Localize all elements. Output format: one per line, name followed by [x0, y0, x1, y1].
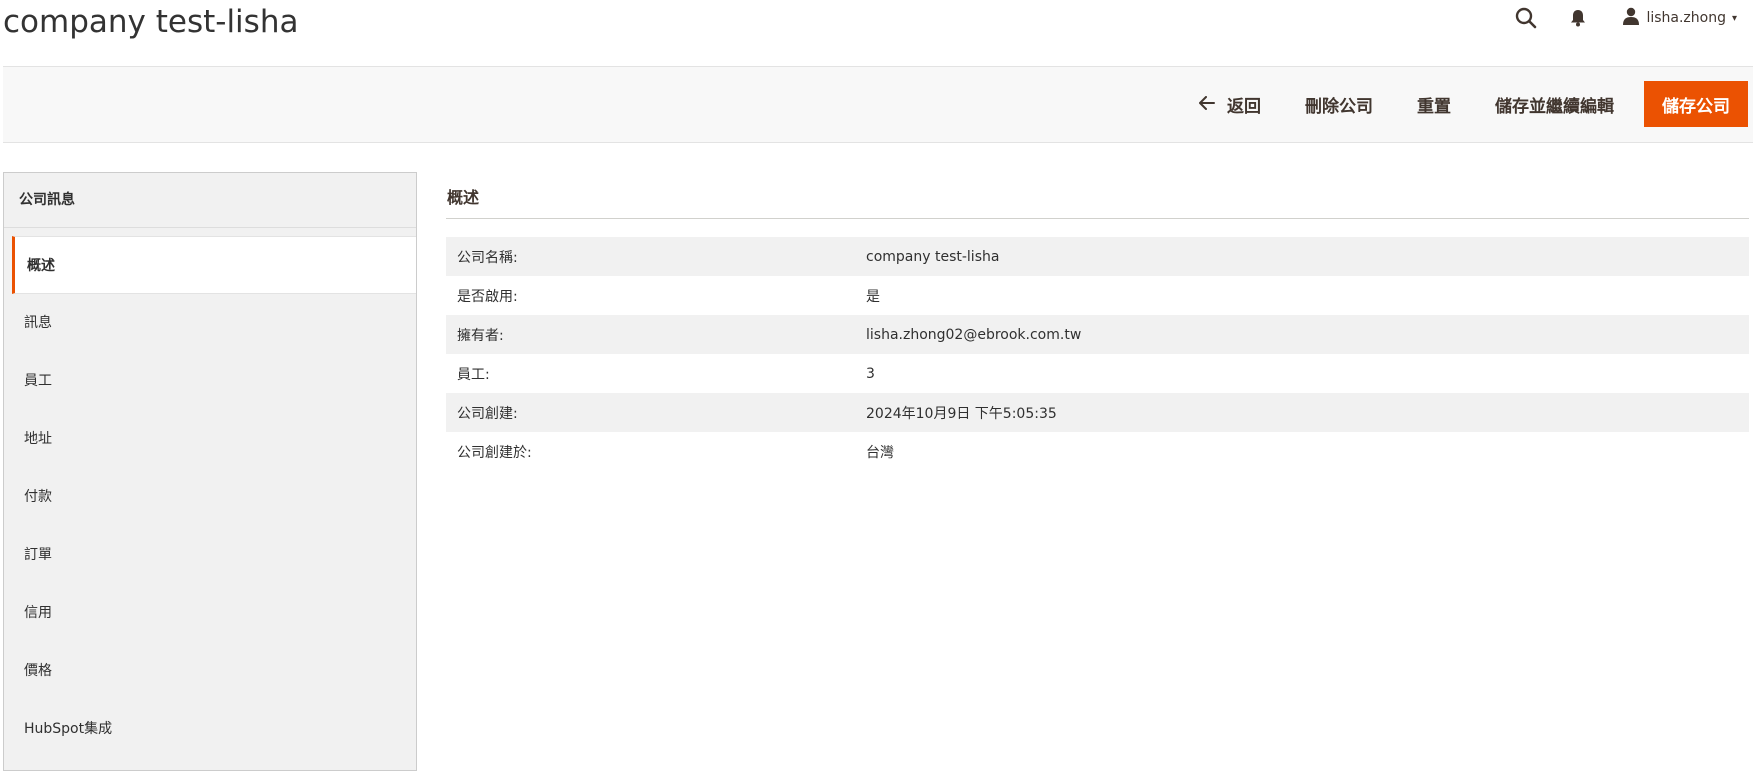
row-value-employees: 3: [866, 365, 875, 382]
save-and-continue-button[interactable]: 儲存並繼續編輯: [1473, 81, 1636, 127]
page-actions-bar: 返回 刪除公司 重置 儲存並繼續編輯 儲存公司: [3, 66, 1753, 143]
tab-information[interactable]: 訊息: [4, 294, 416, 352]
tab-hubspot[interactable]: HubSpot集成: [4, 700, 416, 758]
arrow-left-icon: [1199, 94, 1215, 115]
reset-button[interactable]: 重置: [1395, 81, 1473, 127]
tab-overview[interactable]: 概述: [12, 236, 416, 294]
chevron-down-icon: ▾: [1731, 12, 1737, 24]
row-value-company-name: company test-lisha: [866, 248, 1000, 265]
tab-addresses[interactable]: 地址: [4, 410, 416, 468]
row-value-owner: lisha.zhong02@ebrook.com.tw: [866, 326, 1082, 343]
sidebar-tabs: 概述 訊息 員工 地址 付款 訂單 信用 價格 HubSpot集成: [4, 236, 416, 758]
row-label-owner: 擁有者:: [457, 327, 504, 344]
row-value-created-in: 台灣: [866, 444, 894, 461]
bell-icon[interactable]: [1558, 2, 1598, 34]
user-menu[interactable]: lisha.zhong ▾: [1622, 7, 1737, 29]
tab-orders[interactable]: 訂單: [4, 526, 416, 584]
table-row: 公司創建於: 台灣: [446, 432, 1749, 471]
back-button-label: 返回: [1227, 96, 1261, 117]
page-title: company test-lisha: [3, 4, 299, 40]
row-label-active: 是否啟用:: [457, 288, 518, 305]
header-actions: lisha.zhong ▾: [1506, 2, 1737, 34]
table-row: 公司名稱: company test-lisha: [446, 237, 1749, 276]
table-row: 公司創建: 2024年10月9日 下午5:05:35: [446, 393, 1749, 432]
table-row: 擁有者: lisha.zhong02@ebrook.com.tw: [446, 315, 1749, 354]
section-title: 概述: [446, 172, 1749, 219]
tab-credit[interactable]: 信用: [4, 584, 416, 642]
delete-company-button[interactable]: 刪除公司: [1283, 81, 1395, 127]
overview-table: 公司名稱: company test-lisha 是否啟用: 是 擁有者: li…: [446, 237, 1749, 471]
row-value-created: 2024年10月9日 下午5:05:35: [866, 405, 1057, 422]
user-icon: [1622, 7, 1640, 29]
tab-employees[interactable]: 員工: [4, 352, 416, 410]
row-label-created: 公司創建:: [457, 405, 518, 422]
search-icon[interactable]: [1506, 2, 1546, 34]
row-label-created-in: 公司創建於:: [457, 444, 532, 461]
sidebar-title: 公司訊息: [4, 173, 416, 228]
sidebar: 公司訊息 概述 訊息 員工 地址 付款 訂單 信用 價格 HubSpot集成: [3, 172, 417, 771]
row-label-company-name: 公司名稱:: [457, 249, 518, 266]
back-button[interactable]: 返回: [1177, 81, 1283, 127]
main-content: 概述 公司名稱: company test-lisha 是否啟用: 是 擁有者:…: [446, 172, 1749, 471]
page-actions: 返回 刪除公司 重置 儲存並繼續編輯 儲存公司: [1177, 81, 1748, 127]
tab-payment[interactable]: 付款: [4, 468, 416, 526]
row-label-employees: 員工:: [457, 366, 490, 383]
row-value-active: 是: [866, 288, 880, 305]
tab-pricing[interactable]: 價格: [4, 642, 416, 700]
save-company-button[interactable]: 儲存公司: [1644, 81, 1748, 127]
user-name: lisha.zhong: [1646, 10, 1726, 26]
table-row: 員工: 3: [446, 354, 1749, 393]
table-row: 是否啟用: 是: [446, 276, 1749, 315]
